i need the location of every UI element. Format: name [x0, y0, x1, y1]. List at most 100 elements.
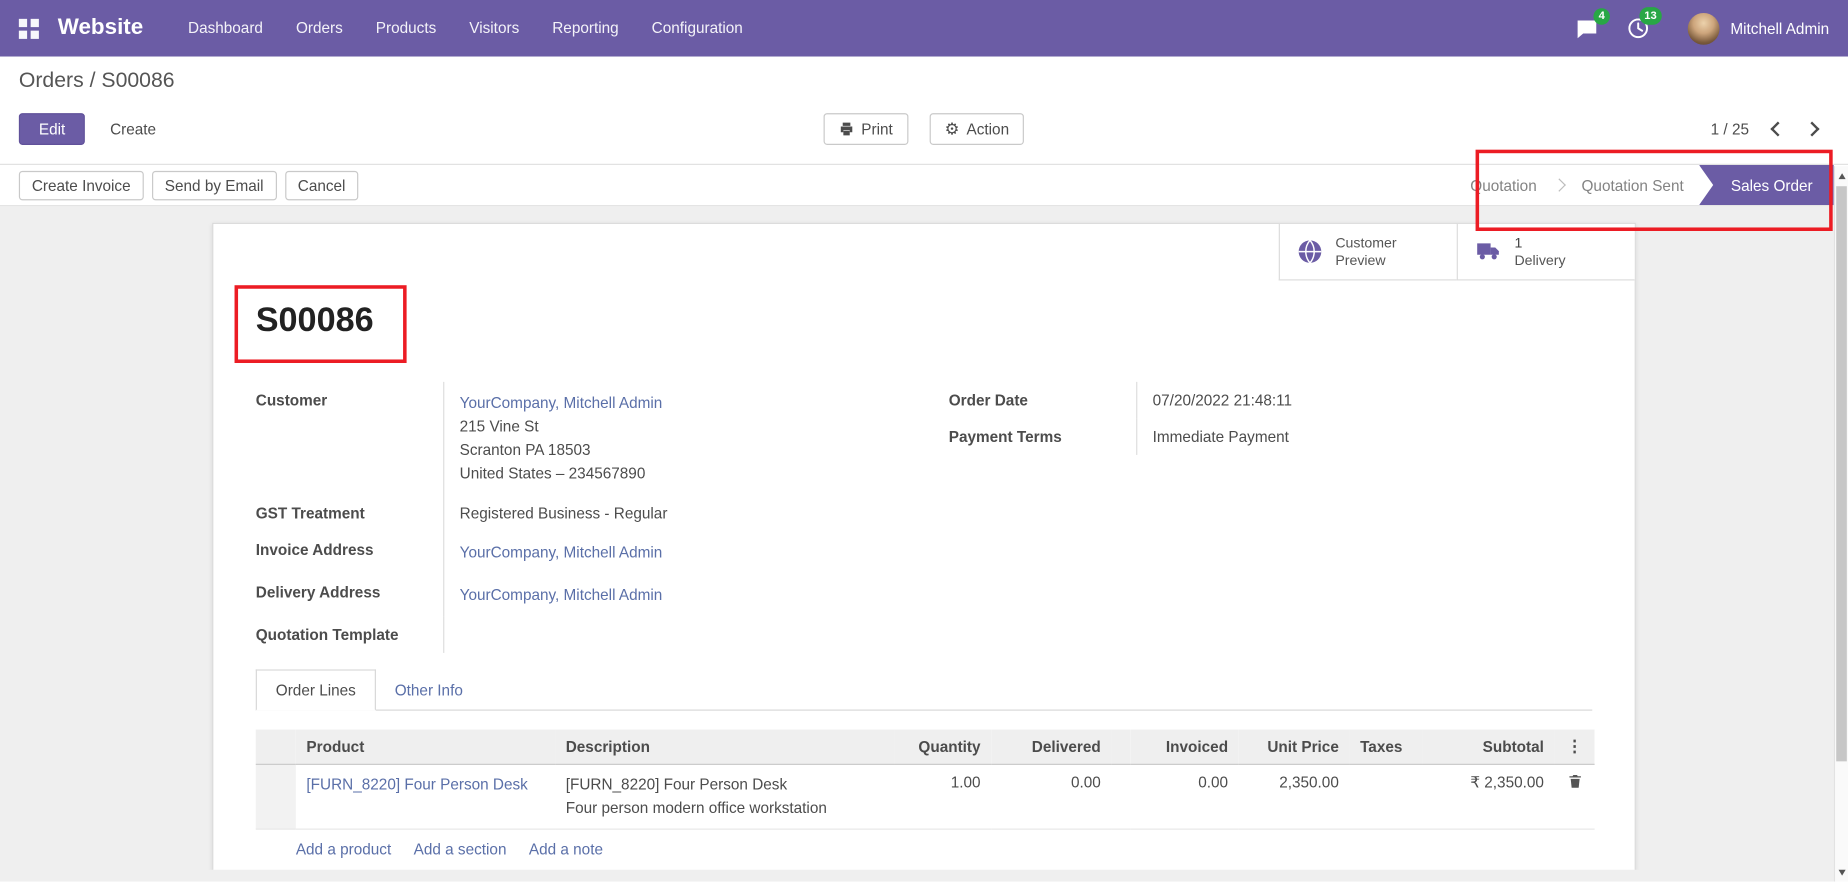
stage-separator-icon	[1552, 178, 1565, 191]
notebook-tabs: Order Lines Other Info	[256, 669, 1592, 710]
content-area: Customer Preview 1 Delivery S00086	[0, 206, 1848, 870]
form-sheet: Customer Preview 1 Delivery S00086	[212, 223, 1636, 870]
cell-quantity: 1.00	[895, 764, 992, 829]
customer-link[interactable]: YourCompany, Mitchell Admin	[460, 394, 663, 412]
order-date-label: Order Date	[949, 382, 1138, 419]
header-spacer	[1111, 730, 1130, 765]
action-button[interactable]: ⚙ Action	[929, 113, 1024, 145]
user-menu[interactable]: Mitchell Admin	[1688, 12, 1829, 44]
add-a-product-link[interactable]: Add a product	[296, 840, 391, 858]
truck-icon	[1474, 239, 1502, 264]
send-by-email-button[interactable]: Send by Email	[152, 170, 277, 199]
product-link[interactable]: [FURN_8220] Four Person Desk	[306, 775, 527, 793]
vertical-scrollbar[interactable]	[1834, 166, 1848, 881]
navbar-right-cluster: 4 13 Mitchell Admin	[1548, 12, 1829, 44]
customer-preview-button[interactable]: Customer Preview	[1279, 224, 1457, 281]
delivery-count: 1	[1514, 234, 1522, 250]
pager-value: 1 / 25	[1711, 120, 1749, 138]
add-a-section-link[interactable]: Add a section	[414, 840, 507, 858]
invoice-address-value: YourCompany, Mitchell Admin	[444, 532, 899, 574]
cell-delivered: 0.00	[991, 764, 1111, 829]
print-button[interactable]: Print	[824, 113, 909, 145]
create-button[interactable]: Create	[95, 113, 172, 145]
statusbar: Create Invoice Send by Email Cancel Quot…	[0, 164, 1848, 206]
order-line-row[interactable]: [FURN_8220] Four Person Desk [FURN_8220]…	[256, 764, 1595, 829]
odoo-backend: Website Dashboard Orders Products Visito…	[0, 0, 1848, 882]
chevron-right-icon	[1805, 121, 1820, 136]
cell-product: [FURN_8220] Four Person Desk	[296, 764, 555, 829]
chevron-left-icon	[1770, 121, 1785, 136]
trash-icon	[1567, 773, 1582, 789]
avatar	[1688, 12, 1720, 44]
stage-quotation-sent[interactable]: Quotation Sent	[1566, 176, 1699, 194]
header-quantity[interactable]: Quantity	[895, 730, 992, 765]
invoice-address-label: Invoice Address	[256, 532, 445, 574]
nav-item-visitors[interactable]: Visitors	[453, 0, 536, 57]
header-taxes[interactable]: Taxes	[1349, 730, 1422, 765]
cell-taxes	[1349, 764, 1422, 829]
quotation-template-value	[444, 616, 899, 653]
header-product[interactable]: Product	[296, 730, 555, 765]
header-delivered[interactable]: Delivered	[991, 730, 1111, 765]
add-a-note-link[interactable]: Add a note	[529, 840, 603, 858]
control-panel: Orders / S00086 Edit Create Print ⚙ Acti…	[0, 57, 1848, 164]
apps-menu-icon[interactable]	[19, 18, 39, 38]
scrollbar-up-arrow[interactable]	[1835, 167, 1848, 183]
messages-badge: 4	[1593, 8, 1610, 25]
order-lines-table: Product Description Quantity Delivered I…	[256, 730, 1595, 830]
order-date-value: 07/20/2022 21:48:11	[1137, 382, 1592, 419]
invoice-address-link[interactable]: YourCompany, Mitchell Admin	[460, 543, 663, 561]
top-navbar: Website Dashboard Orders Products Visito…	[0, 0, 1848, 57]
control-panel-buttons-row: Edit Create Print ⚙ Action 1 / 25	[19, 111, 1829, 146]
breadcrumb-orders-link[interactable]: Orders	[19, 68, 84, 92]
scrollbar-thumb[interactable]	[1836, 186, 1847, 761]
nav-item-orders[interactable]: Orders	[279, 0, 359, 57]
delivery-button[interactable]: 1 Delivery	[1457, 224, 1635, 281]
header-invoiced[interactable]: Invoiced	[1130, 730, 1238, 765]
stat-button-box: Customer Preview 1 Delivery	[1279, 224, 1635, 281]
nav-item-reporting[interactable]: Reporting	[536, 0, 635, 57]
header-description[interactable]: Description	[555, 730, 894, 765]
row-drag-handle[interactable]	[256, 764, 296, 829]
breadcrumb: Orders / S00086	[19, 68, 1829, 94]
status-pipeline: Quotation Quotation Sent Sales Order	[1455, 165, 1834, 205]
gear-icon: ⚙	[945, 120, 960, 136]
delivery-label: Delivery	[1514, 252, 1565, 269]
messages-button[interactable]: 4	[1576, 17, 1598, 39]
customer-label: Customer	[256, 382, 445, 495]
pager-next-button[interactable]	[1795, 113, 1829, 145]
tab-other-info[interactable]: Other Info	[376, 669, 482, 709]
gst-treatment-label: GST Treatment	[256, 495, 445, 532]
header-unit-price[interactable]: Unit Price	[1239, 730, 1350, 765]
quotation-template-label: Quotation Template	[256, 616, 445, 653]
nav-item-configuration[interactable]: Configuration	[635, 0, 759, 57]
gst-treatment-value: Registered Business - Regular	[444, 495, 899, 532]
list-footer-links: Add a product Add a section Add a note	[256, 830, 1592, 858]
printer-icon	[839, 121, 854, 136]
center-actions: Print ⚙ Action	[824, 113, 1025, 145]
delivery-address-value: YourCompany, Mitchell Admin	[444, 574, 899, 616]
activities-button[interactable]: 13	[1627, 16, 1651, 40]
scrollbar-down-arrow[interactable]	[1835, 864, 1848, 880]
stage-sales-order-active[interactable]: Sales Order	[1699, 165, 1834, 205]
field-groups: Customer YourCompany, Mitchell Admin 215…	[256, 382, 1592, 653]
nav-item-products[interactable]: Products	[359, 0, 452, 57]
delivery-address-link[interactable]: YourCompany, Mitchell Admin	[460, 586, 663, 604]
delete-line-button[interactable]	[1567, 773, 1582, 793]
customer-value: YourCompany, Mitchell Admin 215 Vine St …	[444, 382, 899, 495]
stage-quotation[interactable]: Quotation	[1455, 176, 1552, 194]
header-subtotal[interactable]: Subtotal	[1423, 730, 1555, 765]
edit-button[interactable]: Edit	[19, 113, 85, 145]
cell-delete	[1555, 764, 1595, 829]
cancel-button[interactable]: Cancel	[285, 170, 359, 199]
nav-item-dashboard[interactable]: Dashboard	[172, 0, 280, 57]
create-invoice-button[interactable]: Create Invoice	[19, 170, 144, 199]
pager-previous-button[interactable]	[1761, 113, 1795, 145]
cell-description: [FURN_8220] Four Person Desk Four person…	[555, 764, 894, 829]
cell-subtotal: ₹ 2,350.00	[1423, 764, 1555, 829]
customer-address-line1: 215 Vine St	[460, 415, 900, 439]
header-handle	[256, 730, 296, 765]
brand-website[interactable]: Website	[58, 15, 143, 41]
breadcrumb-current: S00086	[101, 68, 174, 92]
tab-order-lines[interactable]: Order Lines	[256, 669, 376, 710]
